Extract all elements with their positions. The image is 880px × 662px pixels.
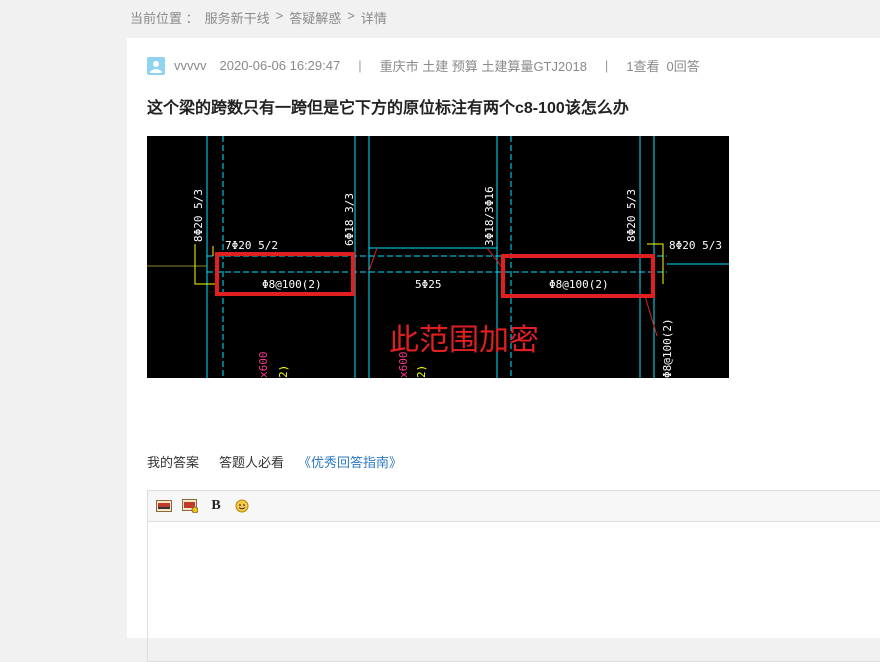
bold-icon[interactable]: B xyxy=(208,498,224,513)
editor-toolbar: B xyxy=(148,491,880,522)
cad-label: x600 xyxy=(257,352,270,379)
annotation-text: 此范围加密 xyxy=(389,323,539,358)
cad-label: Φ8@100(2) xyxy=(549,278,609,291)
meta-divider: | xyxy=(604,58,609,73)
cad-label: 8Φ20 5/3 xyxy=(669,239,722,252)
breadcrumb: 当前位置 ： 服务新干线 > 答疑解惑 > 详情 xyxy=(130,8,387,27)
must-read-label: 答题人必看 xyxy=(219,455,285,470)
cad-label: Φ8@100(2) xyxy=(262,278,322,291)
cad-label: 8Φ20 5/3 xyxy=(625,189,638,242)
breadcrumb-label: 当前位置 ： xyxy=(130,11,199,26)
image-upload-icon[interactable] xyxy=(182,499,198,513)
cad-label: 6Φ18 3/3 xyxy=(343,193,356,246)
emoji-icon[interactable] xyxy=(234,499,250,513)
post-tags: 重庆市 土建 预算 土建算量GTJ2018 xyxy=(379,59,587,74)
breadcrumb-item-detail: 详情 xyxy=(360,11,387,26)
answer-editor[interactable]: B xyxy=(147,490,880,662)
post-views: 1查看 xyxy=(626,59,660,74)
cad-label: 7Φ20 5/2 xyxy=(225,239,278,252)
image-icon[interactable] xyxy=(156,499,172,513)
post-image[interactable]: 7Φ20 5/2 8Φ20 5/3 Φ8@100(2) Φ8@100(2) 5Φ… xyxy=(147,136,729,378)
post-user[interactable]: vvvvv xyxy=(174,58,207,73)
cad-label: Φ8@100(2) xyxy=(661,318,674,378)
cad-label: 5Φ25 xyxy=(415,278,442,291)
post-title: 这个梁的跨数只有一跨但是它下方的原位标注有两个c8-100该怎么办 xyxy=(147,100,629,117)
cad-label: 2) xyxy=(415,365,428,378)
post-card: vvvvv 2020-06-06 16:29:47 | 重庆市 土建 预算 土建… xyxy=(127,38,880,662)
avatar[interactable] xyxy=(147,56,165,75)
breadcrumb-sep: > xyxy=(275,8,284,23)
my-answer-label: 我的答案 xyxy=(147,455,200,470)
post-datetime: 2020-06-06 16:29:47 xyxy=(219,58,341,73)
post-answers: 0回答 xyxy=(666,59,700,74)
breadcrumb-item-service[interactable]: 服务新干线 xyxy=(205,8,270,27)
meta-divider: | xyxy=(358,58,362,73)
cad-label: 8Φ20 5/3 xyxy=(192,189,205,242)
breadcrumb-sep: > xyxy=(347,8,355,23)
user-icon xyxy=(150,60,162,73)
answer-tabs: 我的答案 答题人必看 《优秀回答指南》 xyxy=(147,452,402,471)
breadcrumb-item-qa[interactable]: 答疑解惑 xyxy=(289,8,341,27)
cad-label: 3Φ18/3Φ16 xyxy=(483,186,496,246)
post-meta: vvvvv 2020-06-06 16:29:47 | 重庆市 土建 预算 土建… xyxy=(147,56,700,75)
cad-drawing: 7Φ20 5/2 8Φ20 5/3 Φ8@100(2) Φ8@100(2) 5Φ… xyxy=(147,136,729,378)
guide-link[interactable]: 《优秀回答指南》 xyxy=(298,452,402,471)
cad-label: 2) xyxy=(277,365,290,378)
